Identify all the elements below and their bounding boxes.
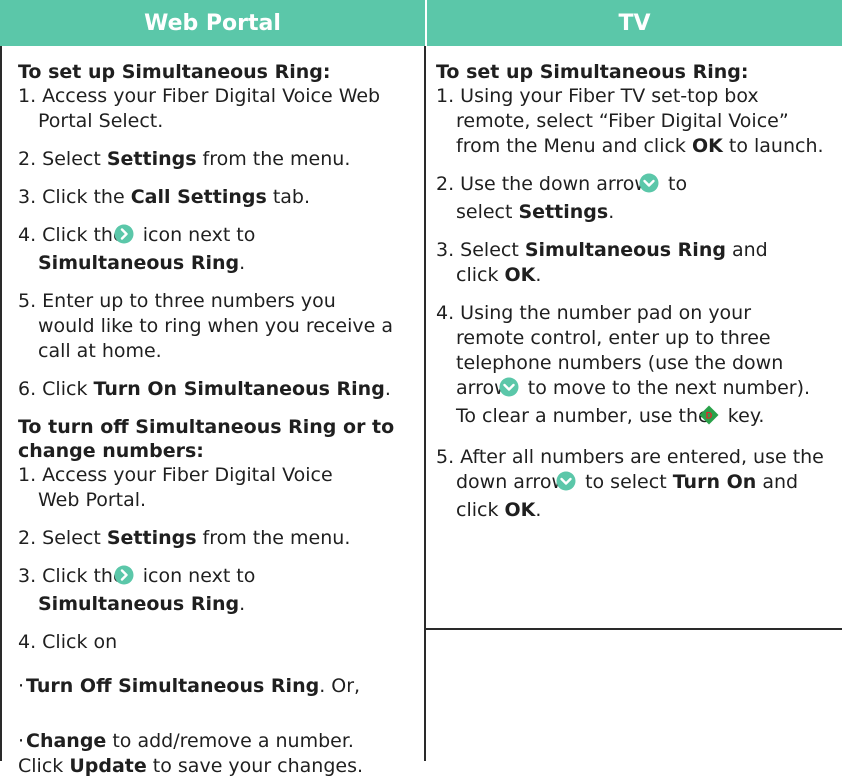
step-4: 4. Click the icon next to Simultaneous R… [18,224,256,274]
step-2: 2. Select Settings from the menu. [18,148,351,170]
turnoff-step-4: 4. Click on [18,631,118,653]
bullet-turn-off: · Turn Off Simultaneous Ring. Or, [18,675,361,697]
header-tv: TV [427,0,842,46]
bullet-change: · Change to add/remove a number. Click Upd… [18,730,364,777]
tv-step-2: 2. Use the down arrow to select Settings… [436,173,688,223]
turnoff-step-2: 2. Select Settings from the menu. [18,527,351,549]
tv-section-title-setup: To set up Simultaneous Ring: [436,61,749,83]
section-title-setup: To set up Simultaneous Ring: [18,61,331,83]
table-header: Web Portal TV [0,0,842,46]
turnoff-step-1: 1. Access your Fiber Digital Voice Web P… [18,464,333,511]
tv-column: To set up Simultaneous Ring: 1. Using yo… [424,46,842,761]
step-6: 6. Click Turn On Simultaneous Ring. [18,378,391,400]
tv-step-5: 5. After all numbers are entered, use th… [436,446,824,521]
tv-step-4: 4. Using the number pad on your remote c… [436,302,811,427]
step-5: 5. Enter up to three numbers you would l… [18,290,393,362]
step-3: 3. Click the Call Settings tab. [18,186,311,208]
instructions-table: Web Portal TV To set up Simultaneous Rin… [0,0,842,777]
turnoff-step-3: 3. Click the icon next to Simultaneous R… [18,565,256,615]
tv-step-1: 1. Using your Fiber TV set-top box remot… [436,85,824,157]
svg-text:D: D [706,411,713,421]
step-1: 1. Access your Fiber Digital Voice Web P… [18,85,381,132]
tv-step-3: 3. Select Simultaneous Ring and click OK… [436,239,768,286]
header-web-portal: Web Portal [0,0,425,46]
web-portal-column: To set up Simultaneous Ring: 1. Access y… [0,46,426,777]
section-title-turn-off: To turn off Simultaneous Ring or to chan… [18,416,395,462]
